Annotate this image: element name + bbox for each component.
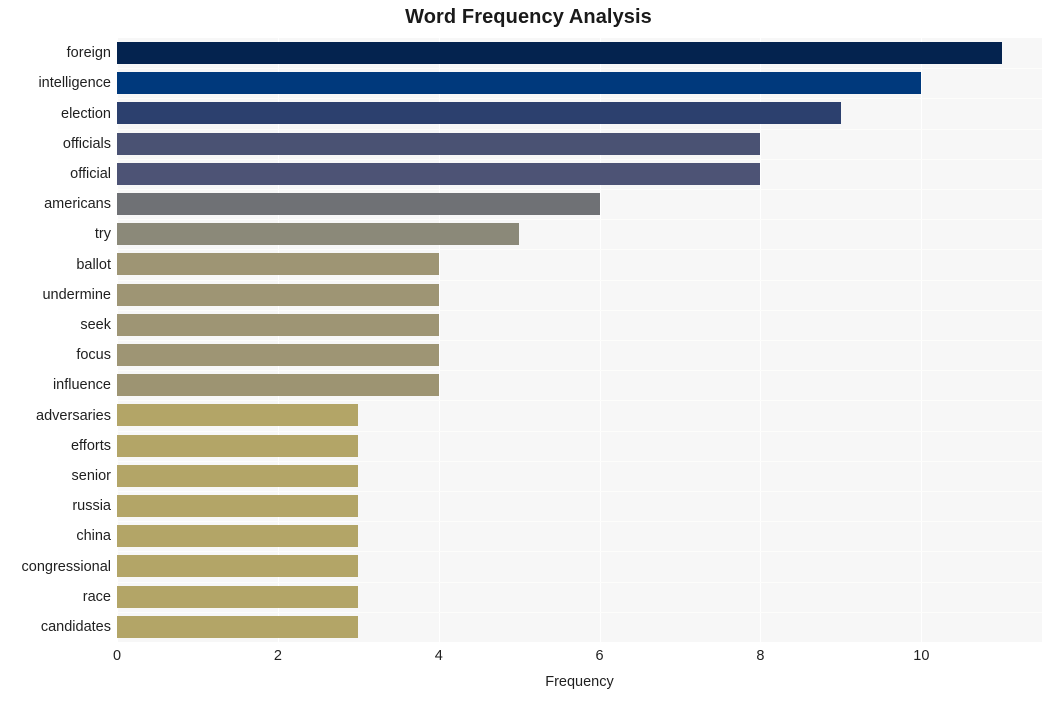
chart-figure: Word Frequency Analysis foreign intellige…	[0, 0, 1057, 701]
x-axis-label: Frequency	[545, 674, 614, 690]
y-tick-try: try	[94, 226, 111, 243]
y-tick-focus: focus	[76, 347, 111, 364]
y-tick-americans: americans	[44, 196, 111, 213]
x-tick-2: 2	[273, 648, 282, 664]
y-tick-candidates: candidates	[40, 618, 111, 635]
x-tick-6: 6	[595, 648, 604, 664]
y-tick-senior: senior	[71, 467, 112, 484]
x-tick-4: 4	[434, 648, 443, 664]
y-tick-efforts: efforts	[70, 437, 111, 454]
y-tick-ballot: ballot	[76, 256, 111, 273]
x-tick-8: 8	[756, 648, 765, 664]
y-tick-undermine: undermine	[42, 286, 111, 303]
y-tick-seek: seek	[80, 316, 111, 333]
y-tick-election: election	[61, 105, 111, 122]
y-tick-race: race	[82, 588, 111, 605]
y-tick-adversaries: adversaries	[36, 407, 111, 424]
x-axis-tick-labels: 0 2 4 6 8 10	[0, 648, 1057, 672]
y-tick-foreign: foreign	[66, 45, 111, 62]
y-tick-influence: influence	[52, 377, 111, 394]
y-tick-china: china	[76, 528, 111, 545]
y-tick-officials: officials	[62, 135, 111, 152]
y-tick-official: official	[70, 165, 111, 182]
chart-title: Word Frequency Analysis	[405, 6, 652, 28]
y-axis-tick-labels: foreign intelligence election officials offi…	[0, 38, 1057, 642]
y-tick-congressional: congressional	[21, 558, 111, 575]
y-tick-intelligence: intelligence	[38, 75, 111, 92]
x-tick-0: 0	[112, 648, 122, 664]
x-tick-10: 10	[913, 648, 930, 664]
y-tick-russia: russia	[72, 498, 111, 515]
